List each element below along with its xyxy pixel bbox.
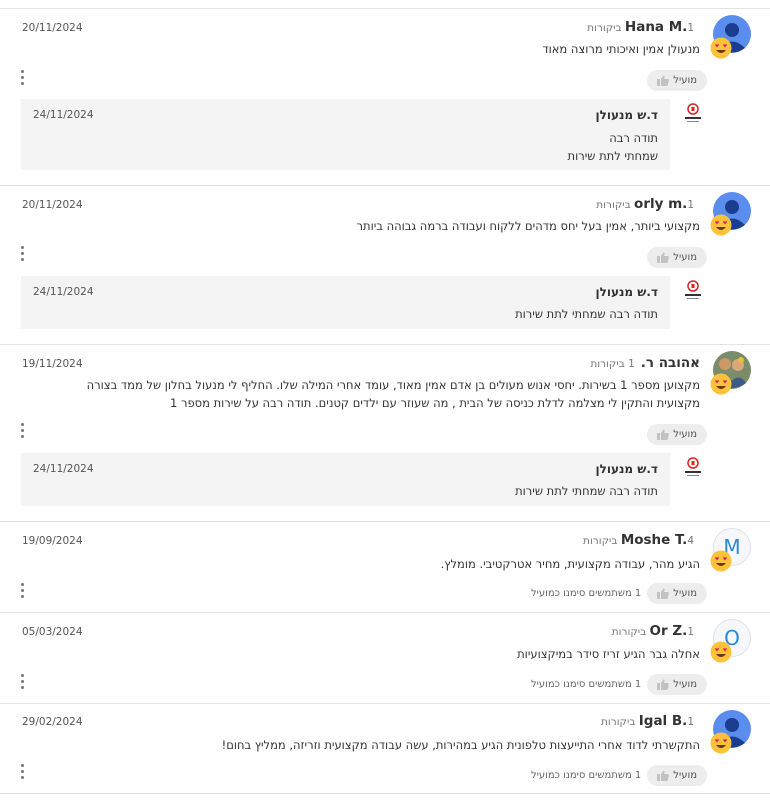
business-logo-icon <box>685 280 701 299</box>
heart-eyes-emoji-icon <box>710 641 732 663</box>
thumbs-up-icon <box>657 770 670 781</box>
reply-line: שמחתי לתת שירות <box>567 149 658 163</box>
helpful-row: מועיל 1 משתמשים סימנו כמועיל <box>531 674 707 695</box>
helpful-label: מועיל <box>673 429 697 440</box>
review-header: Moshe T.4 ביקורות <box>583 529 700 548</box>
divider <box>0 793 770 794</box>
reply-date: 24/11/2024 <box>33 286 94 298</box>
thumbs-up-icon <box>657 252 670 263</box>
review-date: 20/11/2024 <box>22 199 83 211</box>
helpful-count: 1 משתמשים סימנו כמועיל <box>530 588 642 599</box>
helpful-row: מועיל <box>647 247 707 268</box>
more-options-icon[interactable] <box>18 583 26 601</box>
reviewer-name[interactable]: Igal B. <box>639 713 688 729</box>
review-text: מנעולן אמין ואיכותי מרוצה מאוד <box>542 40 700 58</box>
review-header: Hana M.1 ביקורות <box>587 16 700 35</box>
more-options-icon[interactable] <box>18 70 26 88</box>
thumbs-up-icon <box>657 429 670 440</box>
heart-eyes-emoji-icon <box>710 37 732 59</box>
thumbs-up-icon <box>657 679 670 690</box>
reply-text: תודה רבה שמחתי לתת שירות <box>568 129 658 165</box>
review-date: 19/09/2024 <box>22 535 83 547</box>
review-text: הגיע מהר, עבודה מקצועית, מחיר אטרקטיבי. … <box>441 555 700 573</box>
reply-line: תודה רבה שמחתי לתת שירות <box>515 484 658 498</box>
reply-author: ד.ש מנעולן <box>595 462 658 476</box>
review-text: מקצוען מספר 1 בשירות. יחסי אנוש מעולים ב… <box>87 376 700 412</box>
more-options-icon[interactable] <box>18 764 26 782</box>
divider <box>0 612 770 613</box>
reply-author: ד.ש מנעולן <box>595 285 658 299</box>
thumbs-up-icon <box>657 588 670 599</box>
helpful-row: מועיל <box>647 70 707 91</box>
more-options-icon[interactable] <box>18 674 26 692</box>
owner-reply: 24/11/2024 ד.ש מנעולן תודה רבה שמחתי לתת… <box>21 453 670 506</box>
helpful-label: מועיל <box>673 679 697 690</box>
owner-reply: 24/11/2024 ד.ש מנעולן תודה רבה שמחתי לתת… <box>21 99 670 170</box>
review-line: התקשרתי לדוד אחרי התייעצות טלפונית הגיע … <box>221 738 700 752</box>
review-line: מקצוען מספר 1 בשירות. יחסי אנוש מעולים ב… <box>86 378 700 392</box>
reviewer-name[interactable]: Or Z. <box>650 623 688 639</box>
heart-eyes-emoji-icon <box>710 373 732 395</box>
helpful-label: מועיל <box>673 770 697 781</box>
business-logo-icon <box>685 457 701 476</box>
review-date: 05/03/2024 <box>22 626 83 638</box>
review-count: 1 ביקורות <box>590 358 635 370</box>
review-line: מקצועית והתקין לי מצלמה לדלת כניסה של הב… <box>170 396 700 410</box>
divider <box>0 8 770 9</box>
heart-eyes-emoji-icon <box>710 550 732 572</box>
reply-line: תודה רבה שמחתי לתת שירות <box>515 307 658 321</box>
helpful-button[interactable]: מועיל <box>647 765 707 786</box>
reply-author: ד.ש מנעולן <box>595 108 658 122</box>
review-date: 29/02/2024 <box>22 716 83 728</box>
helpful-button[interactable]: מועיל <box>647 247 707 268</box>
helpful-button[interactable]: מועיל <box>647 583 707 604</box>
heart-eyes-emoji-icon <box>710 214 732 236</box>
review-text: אחלה גבר הגיע זריז סידר במיקצועיות <box>517 645 700 663</box>
reply-date: 24/11/2024 <box>33 109 94 121</box>
thumbs-up-icon <box>657 75 670 86</box>
owner-reply: 24/11/2024 ד.ש מנעולן תודה רבה שמחתי לתת… <box>21 276 670 329</box>
review-date: 20/11/2024 <box>22 22 83 34</box>
helpful-button[interactable]: מועיל <box>647 70 707 91</box>
helpful-row: מועיל 1 משתמשים סימנו כמועיל <box>531 583 707 604</box>
more-options-icon[interactable] <box>18 246 26 264</box>
divider <box>0 344 770 345</box>
helpful-row: מועיל <box>647 424 707 445</box>
reply-line: תודה רבה <box>609 131 658 145</box>
review-line: הגיע מהר, עבודה מקצועית, מחיר אטרקטיבי. … <box>440 557 700 571</box>
divider <box>0 703 770 704</box>
reply-text: תודה רבה שמחתי לתת שירות <box>515 305 658 323</box>
review-header: Igal B.1 ביקורות <box>601 710 700 729</box>
review-text: התקשרתי לדוד אחרי התייעצות טלפונית הגיע … <box>222 736 700 754</box>
helpful-label: מועיל <box>673 252 697 263</box>
reviewer-name[interactable]: אהובה ר. <box>641 355 700 371</box>
review-date: 19/11/2024 <box>22 358 83 370</box>
review-line: מנעולן אמין ואיכותי מרוצה מאוד <box>542 42 700 56</box>
helpful-count: 1 משתמשים סימנו כמועיל <box>530 679 642 690</box>
helpful-button[interactable]: מועיל <box>647 424 707 445</box>
review-line: אחלה גבר הגיע זריז סידר במיקצועיות <box>517 647 700 661</box>
divider <box>0 185 770 186</box>
helpful-button[interactable]: מועיל <box>647 674 707 695</box>
helpful-label: מועיל <box>673 75 697 86</box>
divider <box>0 521 770 522</box>
review-text: מקצועי ביותר, אמין בעל יחס מדהים ללקוח ו… <box>357 217 700 235</box>
reply-text: תודה רבה שמחתי לתת שירות <box>515 482 658 500</box>
reviewer-name[interactable]: Moshe T. <box>621 532 688 548</box>
reviewer-name[interactable]: orly m. <box>634 196 687 212</box>
business-logo-icon <box>685 103 701 122</box>
review-header: אהובה ר. 1 ביקורות <box>590 352 700 371</box>
review-line: מקצועי ביותר, אמין בעל יחס מדהים ללקוח ו… <box>356 219 700 233</box>
heart-eyes-emoji-icon <box>710 732 732 754</box>
reply-date: 24/11/2024 <box>33 463 94 475</box>
review-header: orly m.1 ביקורות <box>596 193 700 212</box>
helpful-count: 1 משתמשים סימנו כמועיל <box>530 770 642 781</box>
helpful-row: מועיל 1 משתמשים סימנו כמועיל <box>531 765 707 786</box>
helpful-label: מועיל <box>673 588 697 599</box>
more-options-icon[interactable] <box>18 423 26 441</box>
review-header: Or Z.1 ביקורות <box>612 620 700 639</box>
reviewer-name[interactable]: Hana M. <box>625 19 687 35</box>
